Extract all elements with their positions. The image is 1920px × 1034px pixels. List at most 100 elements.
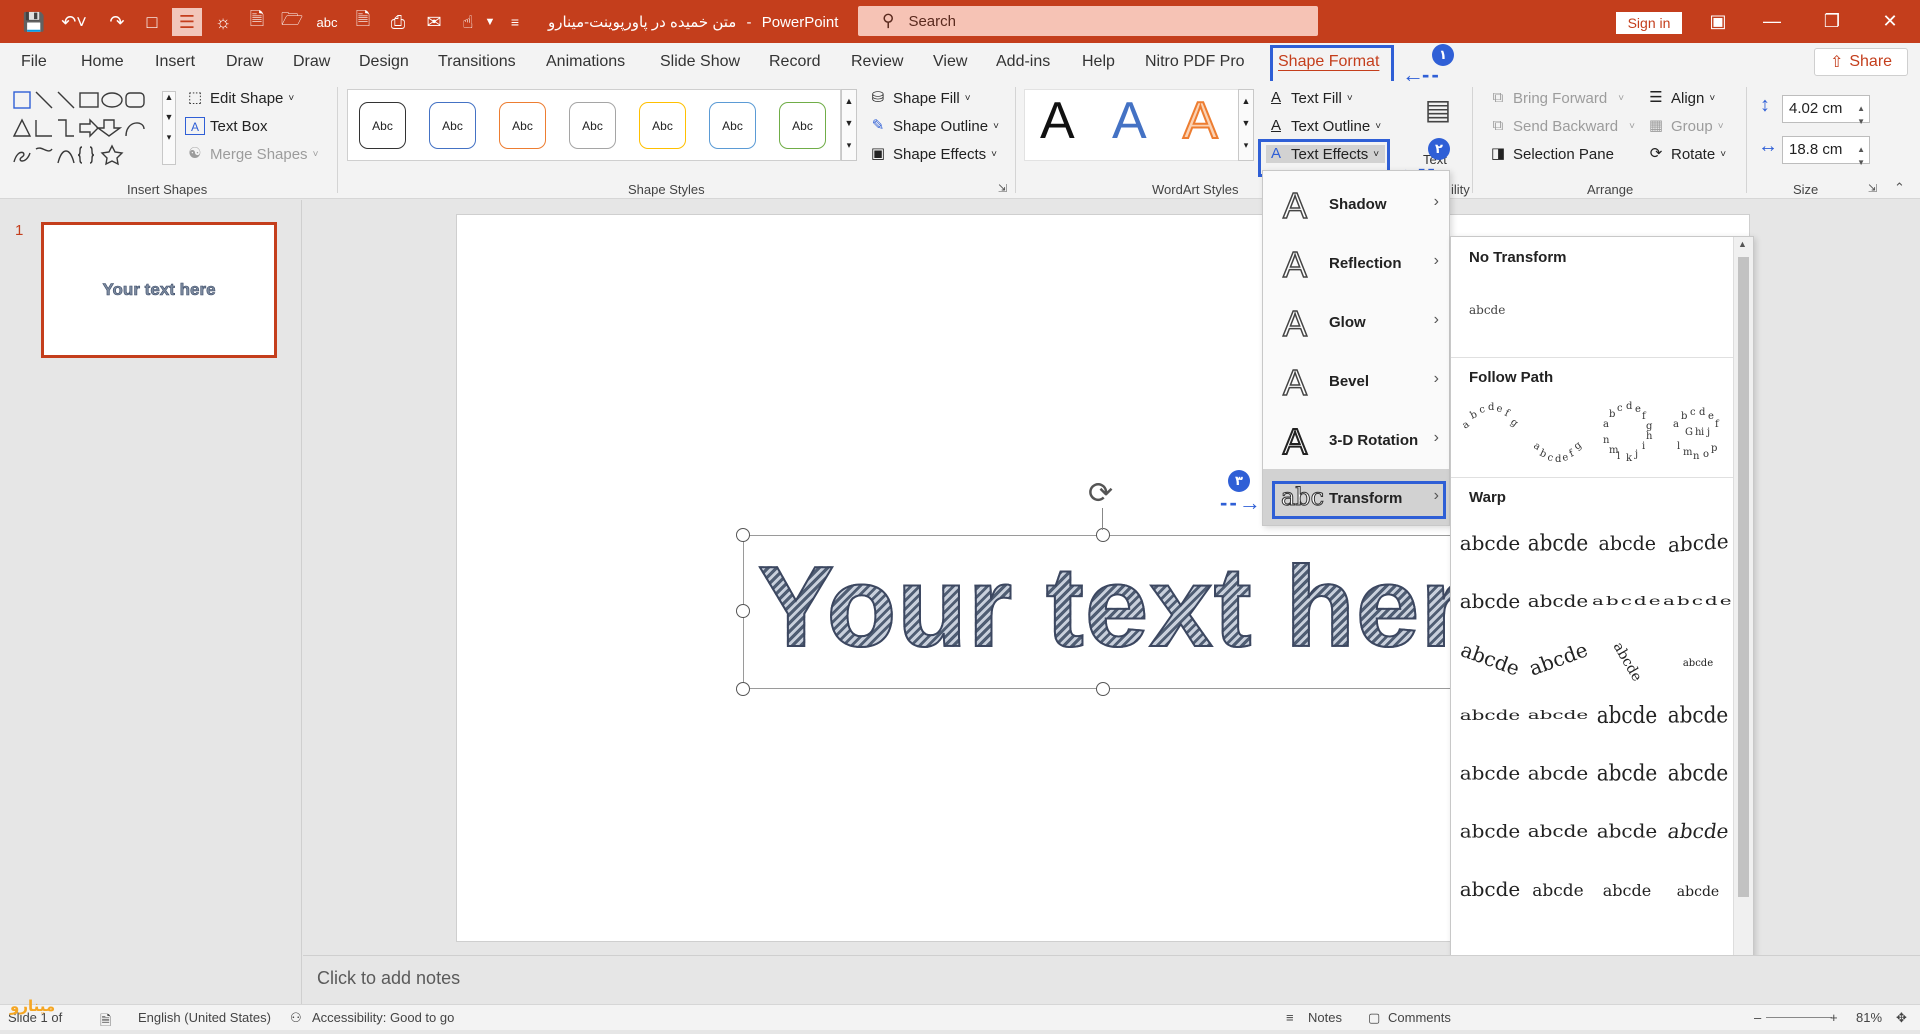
layout-icon[interactable]: ☰	[172, 8, 202, 36]
warp-option[interactable]: abcde	[1523, 819, 1593, 843]
spelling-icon[interactable]: abc	[312, 8, 342, 36]
tab-home[interactable]: Home	[81, 53, 124, 71]
resize-handle-top[interactable]	[1096, 528, 1110, 542]
shape-effects-button[interactable]: ▣ Shape Effects ˅	[868, 145, 997, 163]
warp-option[interactable]: abcde	[1523, 761, 1593, 785]
shape-height-field[interactable]: 4.02 cm ▲ ▼	[1782, 95, 1870, 126]
comments-button[interactable]: Comments	[1388, 1010, 1451, 1025]
notes-placeholder[interactable]: Click to add notes	[317, 968, 460, 989]
language-status[interactable]: English (United States)	[138, 1010, 271, 1025]
send-backward-button[interactable]: ⧉ Send Backward ˅	[1488, 117, 1635, 135]
close-icon[interactable]: ✕	[1872, 8, 1908, 34]
shape-style-preset-1[interactable]: Abc	[359, 102, 406, 149]
menu-item-reflection[interactable]: A Reflection ›	[1263, 238, 1449, 290]
print-preview-icon[interactable]: 🗎	[350, 8, 376, 36]
text-outline-button[interactable]: A Text Outline ˅	[1266, 117, 1381, 135]
accessibility-status[interactable]: Accessibility: Good to go	[312, 1010, 454, 1025]
shape-style-preset-6[interactable]: Abc	[709, 102, 756, 149]
scroll-up-icon[interactable]: ▲	[1738, 239, 1747, 249]
size-dialog-launcher-icon[interactable]: ⇲	[1868, 182, 1877, 195]
warp-option[interactable]: abcde	[1663, 760, 1733, 786]
slide-thumbnail-1[interactable]: Your text here	[41, 222, 277, 358]
wordart-black-preset[interactable]: A	[1040, 91, 1075, 151]
warp-option[interactable]: abcde	[1523, 877, 1593, 901]
warp-option[interactable]: abcde	[1523, 637, 1593, 680]
fit-slide-icon[interactable]: ✥	[1896, 1010, 1907, 1026]
dialog-launcher-icon[interactable]: ⇲	[998, 182, 1007, 195]
wordart-orange-preset[interactable]: A	[1182, 91, 1219, 151]
shapes-gallery-scroll[interactable]: ▲ ▼ ▾	[162, 91, 176, 165]
menu-item-3d-rotation[interactable]: A 3-D Rotation ›	[1263, 415, 1449, 467]
tab-insert[interactable]: Insert	[155, 53, 195, 71]
tab-draw-2[interactable]: Draw	[293, 53, 330, 71]
menu-item-bevel[interactable]: A Bevel ›	[1263, 356, 1449, 408]
warp-option[interactable]: abcde	[1592, 701, 1662, 729]
shape-style-preset-3[interactable]: Abc	[499, 102, 546, 149]
new-file-icon[interactable]: 🗎	[244, 8, 270, 36]
shape-styles-scroll[interactable]: ▲ ▼ ▾	[841, 89, 857, 161]
touch-dropdown-icon[interactable]: ▼	[482, 8, 498, 36]
wordart-scroll[interactable]: ▲ ▼ ▾	[1238, 89, 1254, 161]
tab-file[interactable]: File	[21, 53, 47, 71]
tab-draw[interactable]: Draw	[226, 53, 263, 71]
warp-option[interactable]: abcde	[1455, 877, 1525, 901]
tab-nitro-pdf-pro[interactable]: Nitro PDF Pro	[1145, 53, 1245, 71]
shape-style-preset-4[interactable]: Abc	[569, 102, 616, 149]
edit-shape-button[interactable]: ⬚ Edit Shape ˅	[185, 89, 294, 107]
warp-option[interactable]: abcde	[1523, 530, 1593, 556]
warp-option[interactable]: abcde	[1455, 761, 1525, 785]
warp-option[interactable]: abcde	[1592, 531, 1662, 555]
warp-option[interactable]: abcde	[1455, 531, 1525, 555]
warp-option[interactable]: abcde	[1455, 589, 1525, 613]
spin-down-icon[interactable]: ▼	[1857, 109, 1865, 135]
warp-option[interactable]: abcde	[1663, 877, 1733, 901]
menu-item-glow[interactable]: A Glow ›	[1263, 297, 1449, 349]
notes-button[interactable]: Notes	[1308, 1010, 1342, 1025]
zoom-out-icon[interactable]: –	[1754, 1010, 1761, 1025]
warp-option[interactable]: abcde	[1663, 819, 1733, 843]
ribbon-display-icon[interactable]: ▣	[1700, 8, 1736, 34]
tab-slide-show[interactable]: Slide Show	[660, 53, 740, 71]
selection-pane-button[interactable]: ◨ Selection Pane	[1488, 145, 1614, 163]
warp-option[interactable]: abcde	[1592, 877, 1662, 901]
touch-mode-icon[interactable]: ☝	[454, 8, 482, 36]
warp-option[interactable]: abcde	[1592, 589, 1662, 613]
align-button[interactable]: ☰ Align ˅	[1646, 89, 1715, 107]
save-icon[interactable]: 💾	[20, 8, 48, 36]
collapse-ribbon-icon[interactable]: ⌃	[1894, 180, 1905, 196]
alt-text-icon[interactable]: ▤	[1418, 93, 1458, 129]
warp-option[interactable]: abcde	[1592, 760, 1662, 786]
wordart-blue-preset[interactable]: A	[1112, 91, 1147, 151]
warp-option[interactable]: abcde	[1455, 703, 1525, 727]
shape-fill-button[interactable]: ⛁ Shape Fill ˅	[868, 89, 971, 107]
group-button[interactable]: ▦ Group ˅	[1646, 117, 1724, 135]
tab-transitions[interactable]: Transitions	[438, 53, 516, 71]
shape-width-field[interactable]: 18.8 cm ▲ ▼	[1782, 136, 1870, 167]
menu-item-shadow[interactable]: A Shadow ›	[1263, 179, 1449, 231]
resize-handle-bottom[interactable]	[1096, 682, 1110, 696]
tab-help[interactable]: Help	[1082, 53, 1115, 71]
warp-option[interactable]: abcde	[1523, 589, 1593, 613]
gallery-scrollbar[interactable]: ▲ ▼	[1733, 237, 1753, 1016]
tab-animations[interactable]: Animations	[546, 53, 625, 71]
warp-option[interactable]: abcde	[1663, 589, 1733, 613]
tab-view[interactable]: View	[933, 53, 967, 71]
resize-handle-top-left[interactable]	[736, 528, 750, 542]
tab-add-ins[interactable]: Add-ins	[996, 53, 1050, 71]
follow-path-options[interactable]: ab c d e fg abc d efg abc d efghijklmn ab c d ef Gh…	[1457, 397, 1737, 477]
shape-style-preset-5[interactable]: Abc	[639, 102, 686, 149]
tab-design[interactable]: Design	[359, 53, 409, 71]
print-icon[interactable]: ⎙	[384, 8, 412, 36]
wordart-textbox[interactable]: Your text here	[743, 535, 1533, 689]
zoom-level[interactable]: 81%	[1856, 1010, 1882, 1025]
shape-outline-button[interactable]: ✎ Shape Outline ˅	[868, 117, 999, 135]
present-icon[interactable]: □	[138, 8, 166, 36]
shapes-gallery[interactable]	[12, 89, 162, 167]
customize-qat-icon[interactable]: ≡	[506, 8, 524, 36]
warp-option[interactable]: abcde	[1663, 702, 1733, 728]
merge-shapes-button[interactable]: ☯ Merge Shapes ˅	[185, 145, 318, 163]
zoom-slider[interactable]	[1766, 1017, 1832, 1018]
scrollbar-thumb[interactable]	[1738, 257, 1749, 897]
wordart-text[interactable]: Your text here	[757, 542, 1530, 673]
shape-style-preset-7[interactable]: Abc	[779, 102, 826, 149]
